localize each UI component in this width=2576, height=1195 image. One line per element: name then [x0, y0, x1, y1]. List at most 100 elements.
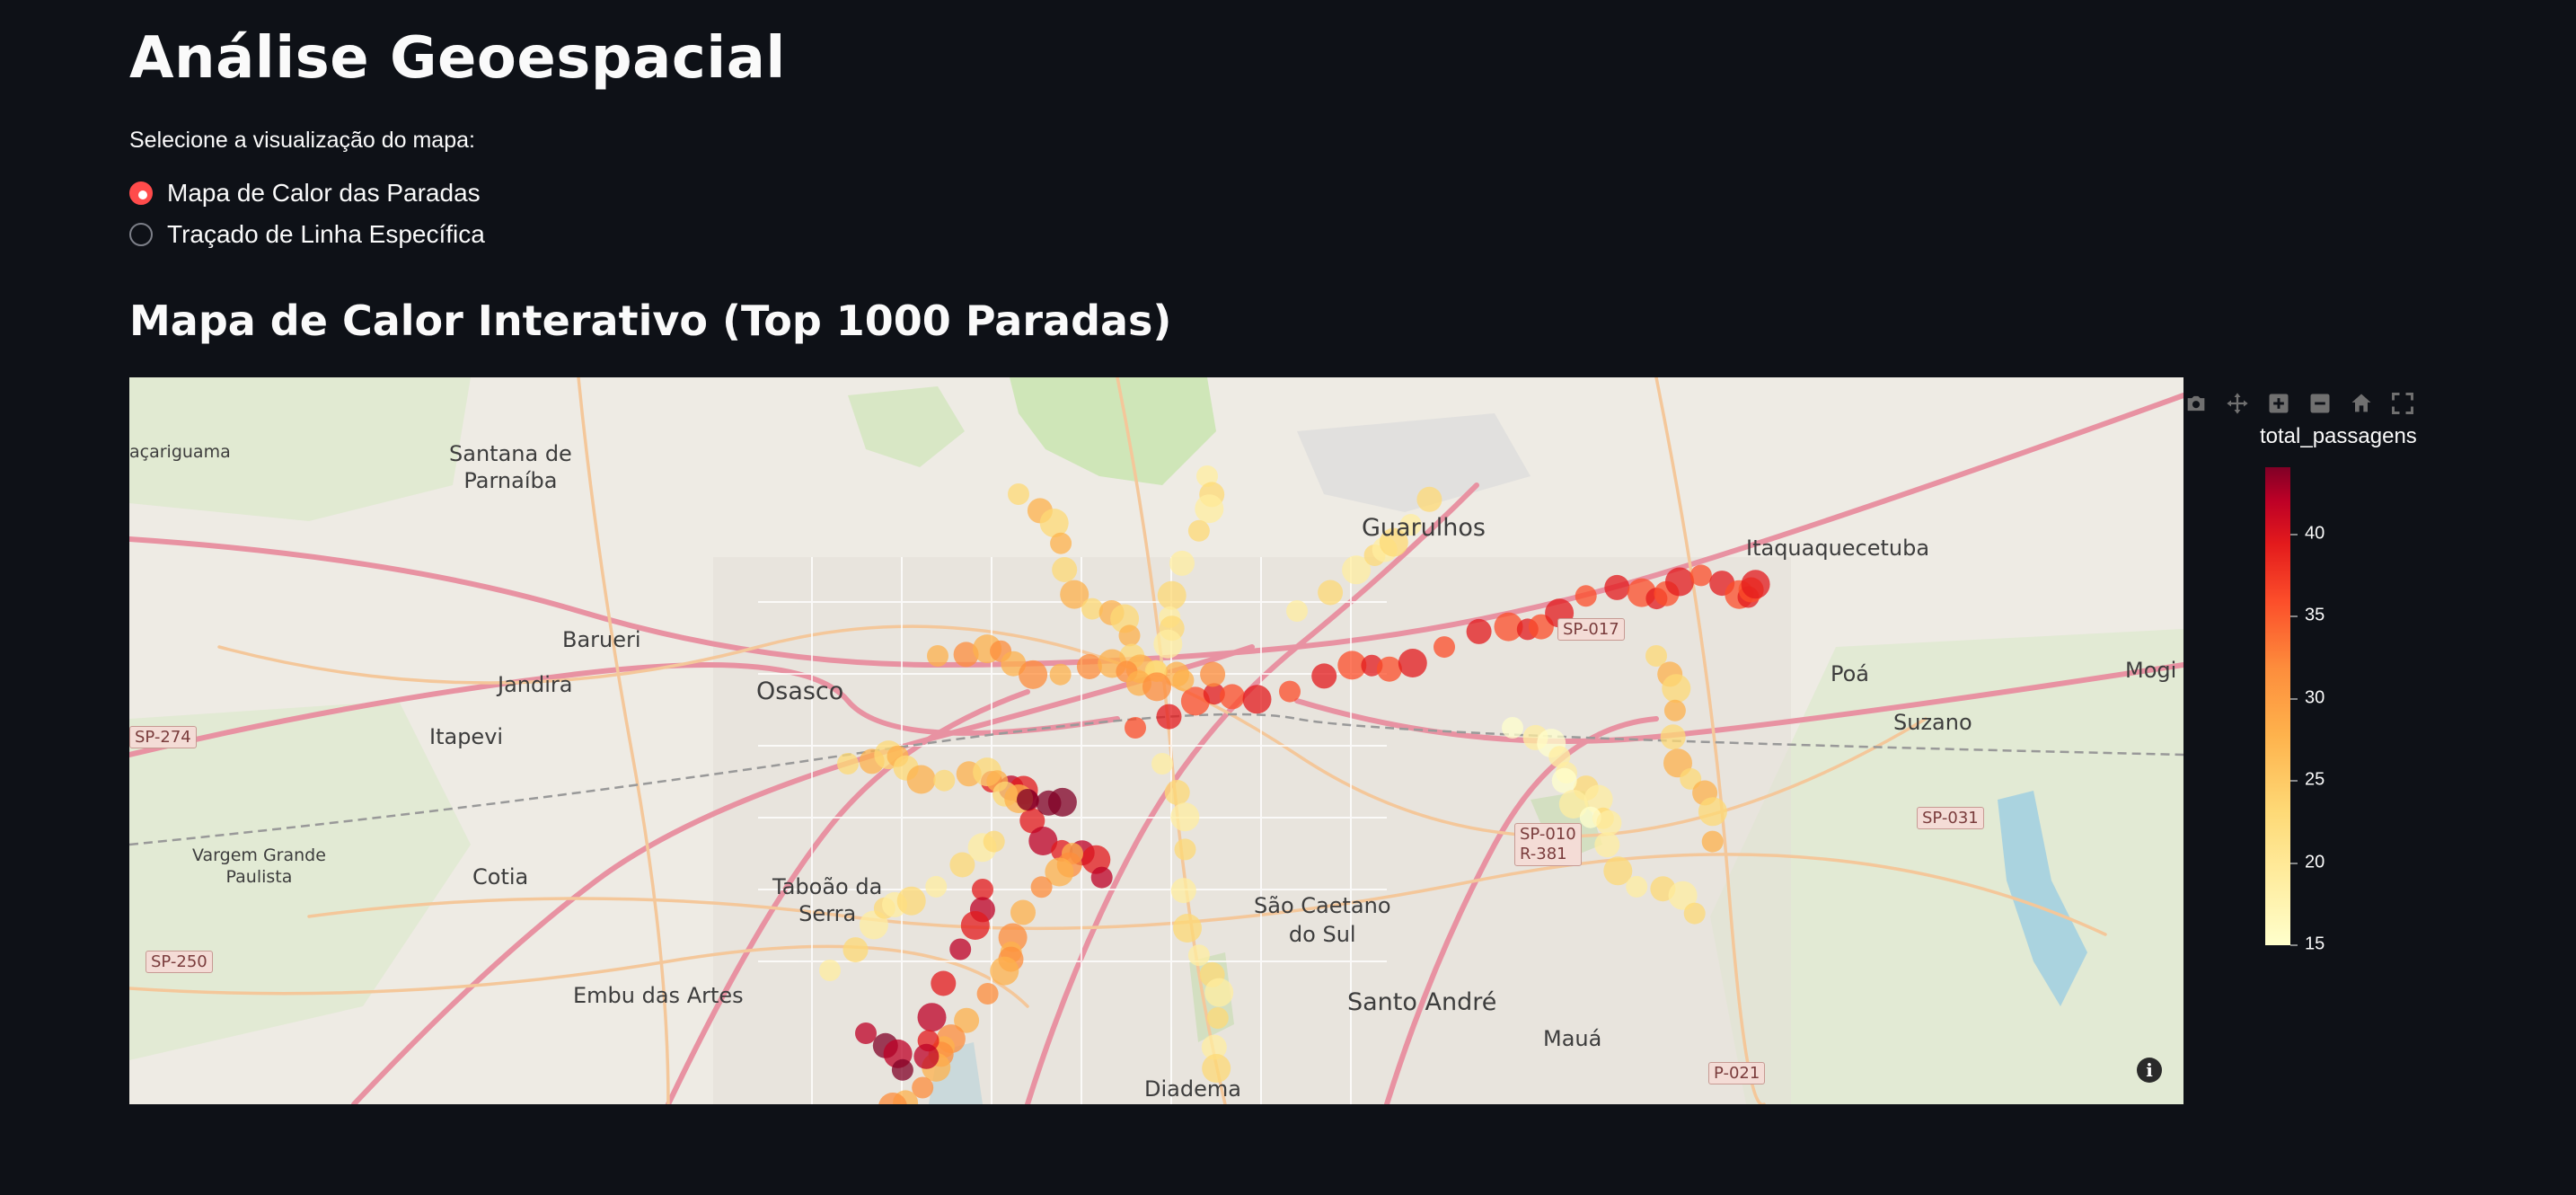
heat-point	[983, 830, 1005, 853]
place-osasco: Osasco	[756, 677, 844, 705]
heat-point	[1151, 753, 1173, 775]
heat-point	[931, 970, 957, 996]
heat-point	[1017, 789, 1038, 810]
heat-point	[1172, 669, 1195, 692]
heat-point	[1157, 580, 1187, 610]
heat-point	[1242, 685, 1272, 714]
heat-point	[933, 769, 956, 792]
radio-unselected-icon[interactable]	[129, 223, 153, 246]
heat-point	[891, 1058, 913, 1081]
heat-point	[1318, 580, 1344, 606]
heat-point	[1204, 978, 1234, 1007]
heat-point	[1187, 519, 1210, 542]
heat-point	[925, 875, 948, 898]
heat-point	[1039, 509, 1069, 538]
place-jandira: Jandira	[498, 672, 573, 697]
home-icon[interactable]	[2346, 388, 2377, 419]
place-vargem-grande-paulista: Vargem Grande Paulista	[192, 845, 326, 887]
heat-point	[976, 983, 999, 1005]
heat-point	[1049, 663, 1072, 686]
heat-point	[1010, 899, 1036, 925]
heat-point	[1698, 797, 1727, 827]
heat-point	[1125, 717, 1146, 739]
road-shield-sp031: SP-031	[1917, 807, 1984, 829]
colorbar-title: total_passagens	[2260, 424, 2417, 448]
radio-label-heatmap[interactable]: Mapa de Calor das Paradas	[167, 179, 481, 208]
heat-point	[927, 645, 948, 667]
heat-point	[1683, 902, 1706, 925]
heat-point	[1052, 557, 1078, 582]
heat-point	[837, 753, 859, 775]
colorbar-tick-20: 20	[2289, 852, 2325, 872]
radio-label-line-trace[interactable]: Traçado de Linha Específica	[167, 220, 485, 249]
heat-point	[1398, 649, 1427, 677]
radio-option-line-trace[interactable]: Traçado de Linha Específica	[129, 214, 485, 255]
heat-point	[1663, 699, 1686, 721]
heat-point	[1662, 674, 1691, 704]
heat-point	[1548, 746, 1571, 768]
radio-selected-icon[interactable]	[129, 181, 153, 205]
radio-caption: Selecione a visualização do mapa:	[129, 128, 475, 153]
radio-option-heatmap[interactable]: Mapa de Calor das Paradas	[129, 173, 485, 214]
heat-point	[1019, 659, 1048, 689]
heat-point	[1219, 684, 1245, 710]
heat-point	[1466, 618, 1492, 644]
heat-point	[1169, 550, 1195, 576]
heat-point	[819, 960, 841, 981]
heat-point	[1164, 780, 1190, 805]
heat-point	[1170, 878, 1196, 904]
info-icon[interactable]: i	[2137, 1058, 2162, 1083]
heat-point	[1173, 914, 1202, 943]
heat-point	[1286, 600, 1308, 622]
heat-point	[1200, 661, 1226, 687]
pan-icon[interactable]	[2222, 388, 2253, 419]
heat-point	[1050, 532, 1072, 554]
heat-point	[1170, 802, 1200, 832]
heatmap-map[interactable]: Guarulhos Itaquaquecetuba Santana de Par…	[129, 377, 2183, 1104]
map-view-radio-group: Mapa de Calor das Paradas Traçado de Lin…	[129, 173, 485, 255]
page-title: Análise Geoespacial	[129, 25, 786, 92]
heat-point	[917, 1003, 947, 1032]
heat-point	[1701, 830, 1724, 853]
heat-point	[1434, 636, 1455, 659]
heat-point	[1665, 567, 1694, 597]
heat-point	[1626, 875, 1648, 898]
heat-point	[1660, 724, 1686, 750]
place-guarulhos: Guarulhos	[1362, 514, 1486, 542]
heat-point	[1153, 629, 1183, 659]
heat-point	[1575, 585, 1597, 607]
heat-point	[842, 937, 869, 963]
place-mogi: Mogi	[2125, 658, 2177, 683]
colorbar-tick-15: 15	[2289, 934, 2325, 954]
heat-point	[896, 886, 926, 916]
place-poa: Poá	[1831, 661, 1870, 686]
heat-point	[1689, 564, 1712, 587]
heat-point	[1502, 717, 1523, 739]
heat-point	[1594, 832, 1620, 858]
road-shield-sp274: SP-274	[129, 726, 197, 748]
zoom-out-icon[interactable]	[2305, 388, 2335, 419]
heat-point	[1206, 1007, 1229, 1029]
heat-point	[1279, 680, 1301, 703]
heat-point	[1416, 486, 1442, 512]
colorbar-tick-40: 40	[2289, 523, 2325, 544]
heat-point	[1604, 574, 1630, 600]
heat-point	[1596, 810, 1622, 836]
heat-point	[1311, 663, 1337, 689]
heat-point	[1047, 787, 1077, 817]
heat-point	[972, 879, 993, 900]
heat-point	[1008, 483, 1029, 505]
plot-modebar	[2181, 388, 2429, 419]
place-itaquaquecetuba: Itaquaquecetuba	[1746, 536, 1930, 561]
zoom-in-icon[interactable]	[2263, 388, 2294, 419]
heat-point	[1030, 876, 1053, 898]
heat-point	[949, 938, 972, 960]
heat-point	[1156, 704, 1182, 730]
fullscreen-icon[interactable]	[2387, 388, 2418, 419]
heat-point	[1195, 494, 1224, 524]
road-shield-sp010: SP-010 R-381	[1514, 823, 1582, 866]
camera-icon[interactable]	[2181, 388, 2211, 419]
section-title: Mapa de Calor Interativo (Top 1000 Parad…	[129, 297, 1172, 345]
road-shield-sp250: SP-250	[146, 951, 213, 973]
heat-point	[1376, 656, 1402, 682]
